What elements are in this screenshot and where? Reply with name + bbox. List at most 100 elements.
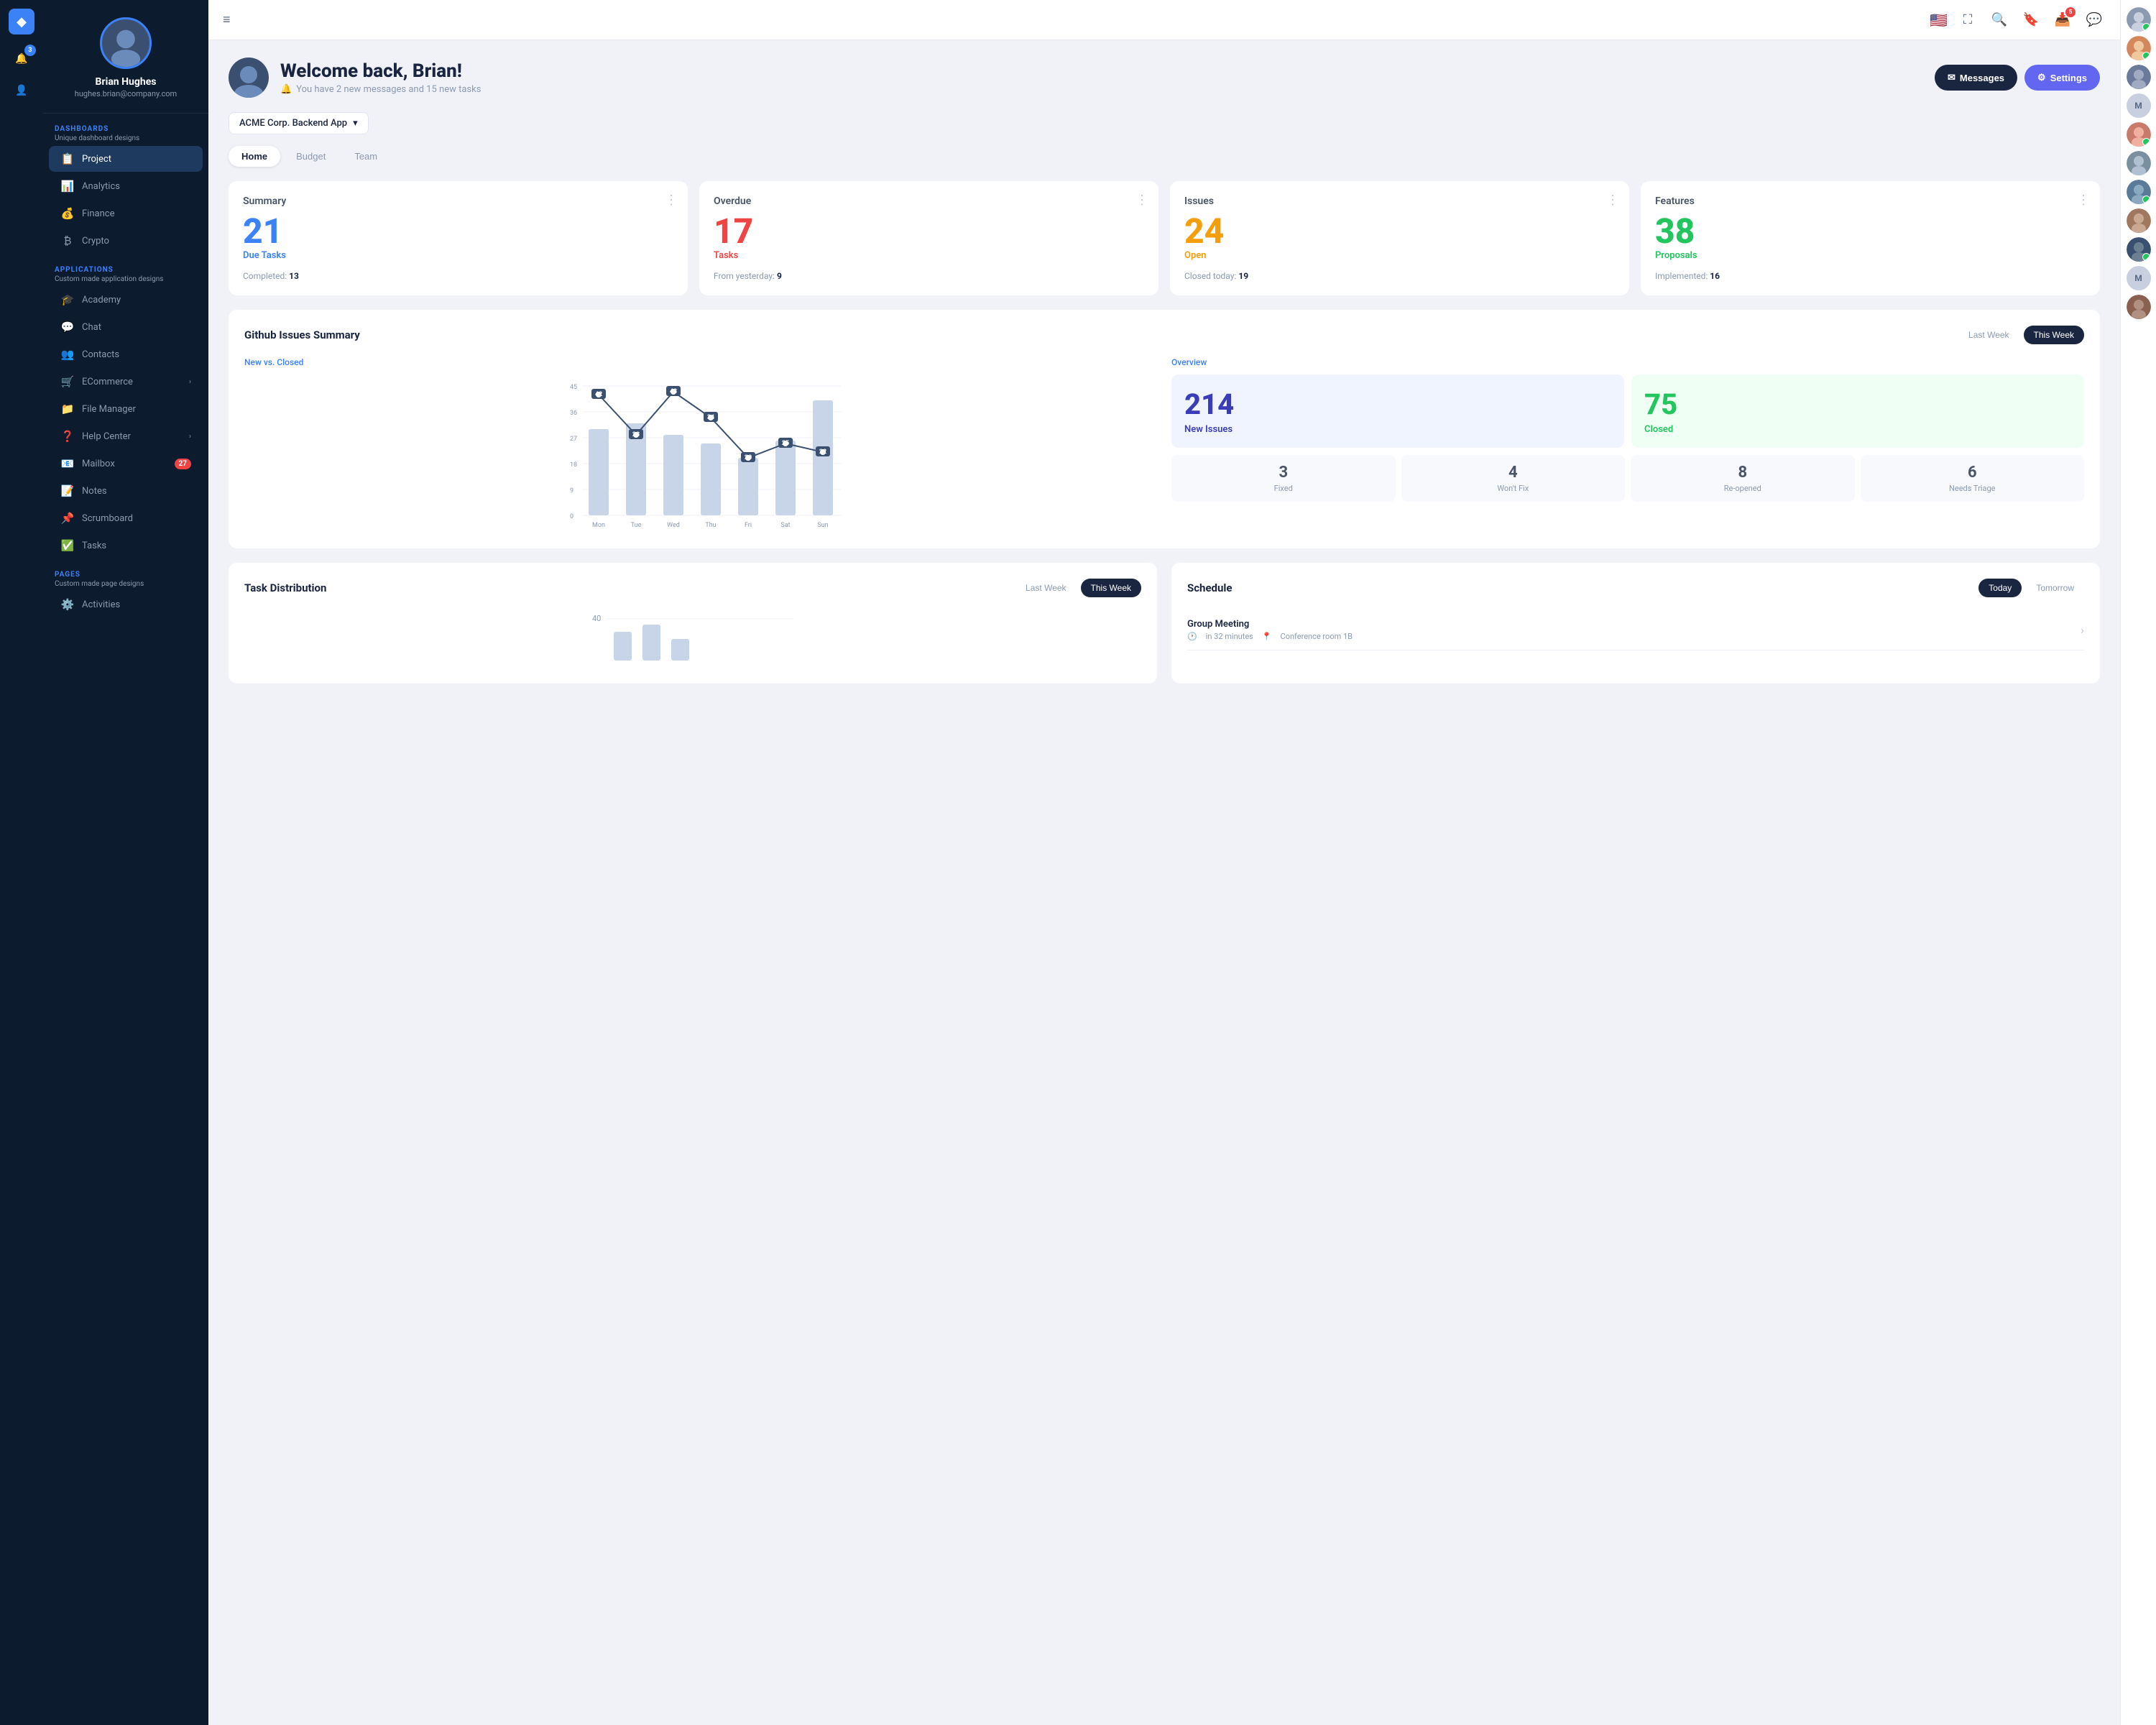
svg-text:36: 36 — [570, 410, 577, 417]
reopened-label: Re-opened — [1639, 484, 1846, 493]
issues-more-icon[interactable]: ⋮ — [1606, 193, 1619, 208]
sidebar-item-finance[interactable]: 💰 Finance — [49, 201, 203, 226]
sidebar-section-label-dashboards: DASHBOARDS — [55, 125, 197, 133]
github-last-week-btn[interactable]: Last Week — [1958, 326, 2019, 344]
schedule-today-btn[interactable]: Today — [1978, 579, 2022, 597]
avatar-7[interactable] — [2127, 180, 2151, 204]
finance-icon: 💰 — [60, 207, 75, 220]
x-label-mon: Mon — [592, 522, 605, 529]
sidebar-item-tasks[interactable]: ✅ Tasks — [49, 533, 203, 558]
dot-label-tue: 28 — [632, 431, 640, 438]
sidebar-item-analytics[interactable]: 📊 Analytics — [49, 173, 203, 199]
github-section-title: Github Issues Summary — [244, 328, 360, 341]
sidebar-item-activities[interactable]: ⚙️ Activities — [49, 592, 203, 617]
avatar-2[interactable] — [2127, 36, 2151, 60]
sidebar-label-finance: Finance — [82, 208, 114, 219]
helpcenter-arrow-icon: › — [189, 433, 191, 441]
chat-topbar-icon[interactable]: 💬 — [2083, 9, 2106, 32]
sidebar-label-crypto: Crypto — [82, 236, 109, 247]
schedule-actions: Today Tomorrow — [1978, 579, 2084, 597]
x-label-sat: Sat — [780, 522, 790, 529]
fullscreen-icon[interactable]: ⛶ — [1956, 9, 1979, 32]
task-dist-last-week-btn[interactable]: Last Week — [1015, 579, 1076, 597]
issues-label: Open — [1184, 250, 1615, 261]
github-body: New vs. Closed 45 36 27 18 9 0 — [244, 357, 2084, 533]
ecommerce-arrow-icon: › — [189, 378, 191, 386]
messages-button[interactable]: ✉ Messages — [1935, 65, 2017, 91]
bar-mon — [589, 429, 609, 515]
summary-cards: Summary ⋮ 21 Due Tasks Completed: 13 Ove… — [229, 181, 2100, 295]
academy-icon: 🎓 — [60, 293, 75, 306]
project-selector[interactable]: ACME Corp. Backend App ▾ — [229, 112, 369, 134]
sidebar-profile: Brian Hughes hughes.brian@company.com — [43, 0, 208, 114]
task-dist-this-week-btn[interactable]: This Week — [1081, 579, 1141, 597]
issues-number: 24 — [1184, 214, 1615, 249]
menu-toggle-icon[interactable]: ≡ — [223, 12, 231, 27]
schedule-card: Schedule Today Tomorrow Group Meeting 🕐 … — [1171, 563, 2100, 684]
summary-label: Due Tasks — [243, 250, 673, 261]
schedule-header: Schedule Today Tomorrow — [1187, 579, 2084, 597]
mini-stat-wontfix: 4 Won't Fix — [1401, 455, 1626, 502]
envelope-icon: ✉ — [1948, 72, 1955, 83]
sidebar-username: Brian Hughes — [96, 76, 157, 88]
helpcenter-icon: ❓ — [60, 430, 75, 443]
avatar-8[interactable] — [2127, 208, 2151, 233]
reopened-number: 8 — [1639, 464, 1846, 482]
sidebar-item-ecommerce[interactable]: 🛒 ECommerce › — [49, 369, 203, 395]
notifications-icon[interactable]: 🔔 — [9, 46, 34, 72]
x-label-tue: Tue — [631, 522, 642, 529]
wontfix-number: 4 — [1410, 464, 1617, 482]
schedule-arrow-icon[interactable]: › — [2081, 623, 2084, 637]
sidebar-item-helpcenter[interactable]: ❓ Help Center › — [49, 423, 203, 449]
summary-more-icon[interactable]: ⋮ — [665, 193, 678, 208]
contacts-icon: 👥 — [60, 348, 75, 361]
github-this-week-btn[interactable]: This Week — [2024, 326, 2084, 344]
sidebar-label-chat: Chat — [82, 322, 101, 333]
inbox-icon[interactable]: 📥 5 — [2051, 9, 2074, 32]
avatar-m-2[interactable]: M — [2127, 266, 2151, 290]
summary-number: 21 — [243, 214, 673, 249]
overdue-more-icon[interactable]: ⋮ — [1135, 193, 1148, 208]
sidebar-item-crypto[interactable]: ₿ Crypto — [49, 228, 203, 254]
schedule-tomorrow-btn[interactable]: Tomorrow — [2026, 579, 2084, 597]
content-area: Welcome back, Brian! 🔔 You have 2 new me… — [208, 40, 2120, 1725]
sidebar-section-label-pages: PAGES — [55, 571, 197, 579]
chevron-down-icon: ▾ — [353, 118, 358, 129]
avatar-9[interactable] — [2127, 237, 2151, 262]
sidebar-item-academy[interactable]: 🎓 Academy — [49, 287, 203, 313]
sidebar-item-project[interactable]: 📋 Project — [49, 146, 203, 172]
chart-area: New vs. Closed 45 36 27 18 9 0 — [244, 357, 1157, 533]
tab-budget[interactable]: Budget — [283, 146, 338, 167]
avatar-5[interactable] — [2127, 122, 2151, 147]
x-label-sun: Sun — [817, 522, 828, 529]
avatar-3[interactable] — [2127, 65, 2151, 89]
task-dist-actions: Last Week This Week — [1015, 579, 1141, 597]
settings-button[interactable]: ⚙ Settings — [2024, 65, 2100, 91]
tab-home[interactable]: Home — [229, 146, 280, 167]
sidebar-section-sub-dashboards: Unique dashboard designs — [55, 134, 197, 142]
bookmark-icon[interactable]: 🔖 — [2019, 9, 2042, 32]
sidebar-item-filemanager[interactable]: 📁 File Manager — [49, 396, 203, 422]
avatar-11[interactable] — [2127, 295, 2151, 319]
avatar-m-1[interactable]: M — [2127, 93, 2151, 118]
welcome-text: Welcome back, Brian! 🔔 You have 2 new me… — [280, 60, 481, 95]
search-icon[interactable]: 🔍 — [1988, 9, 2011, 32]
tab-team[interactable]: Team — [341, 146, 390, 167]
sidebar-item-chat[interactable]: 💬 Chat — [49, 314, 203, 340]
features-more-icon[interactable]: ⋮ — [2077, 193, 2090, 208]
sidebar-item-contacts[interactable]: 👥 Contacts — [49, 341, 203, 367]
sidebar-item-notes[interactable]: 📝 Notes — [49, 478, 203, 504]
new-issues-card: 214 New Issues — [1171, 374, 1624, 448]
schedule-title: Schedule — [1187, 581, 1232, 594]
location-icon: 📍 — [1262, 632, 1272, 641]
user-profile-icon[interactable]: 👤 — [9, 78, 34, 104]
sidebar-item-mailbox[interactable]: 📧 Mailbox 27 — [49, 451, 203, 477]
avatar-1[interactable] — [2127, 7, 2151, 32]
sidebar-item-scrumboard[interactable]: 📌 Scrumboard — [49, 505, 203, 531]
mini-stat-fixed: 3 Fixed — [1171, 455, 1396, 502]
language-flag[interactable]: 🇺🇸 — [1930, 12, 1948, 29]
github-section-header: Github Issues Summary Last Week This Wee… — [244, 326, 2084, 344]
app-logo[interactable]: ◆ — [9, 9, 34, 34]
avatar-6[interactable] — [2127, 151, 2151, 175]
triage-number: 6 — [1869, 464, 2076, 482]
